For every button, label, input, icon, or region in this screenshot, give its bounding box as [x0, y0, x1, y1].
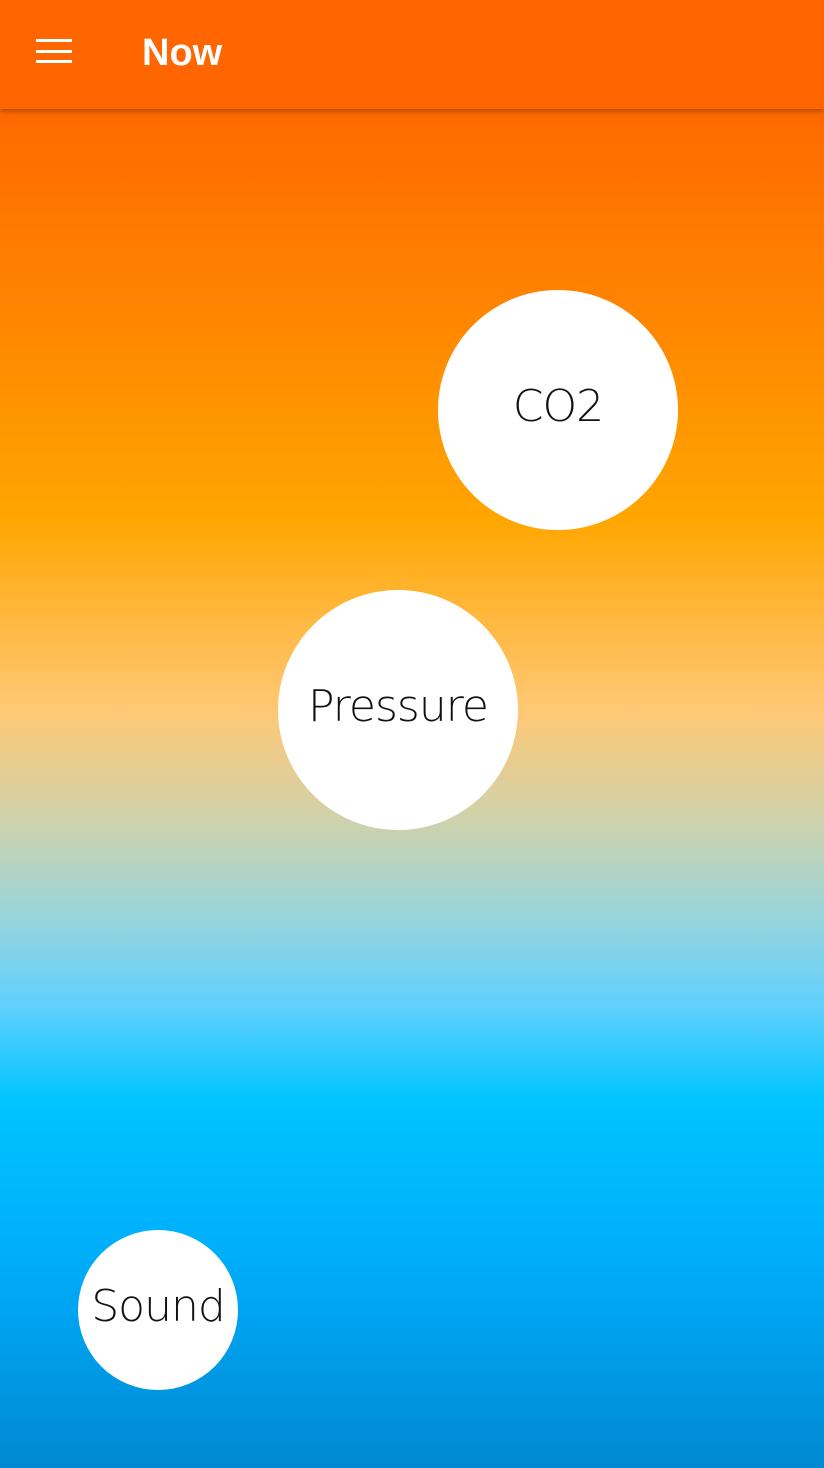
co2-label: CO2 — [512, 380, 604, 432]
page-title: Now — [142, 32, 223, 74]
now-screen: Now CO2 Pressure Sound — [0, 0, 824, 1468]
sound-label: Sound — [91, 1280, 226, 1332]
pressure-label: Pressure — [308, 680, 489, 732]
menu-button[interactable] — [22, 22, 86, 80]
pressure-bubble[interactable]: Pressure — [278, 590, 518, 830]
co2-bubble[interactable]: CO2 — [438, 290, 678, 530]
menu-icon — [36, 39, 72, 63]
app-bar: Now — [0, 0, 824, 109]
sound-bubble[interactable]: Sound — [78, 1230, 238, 1390]
